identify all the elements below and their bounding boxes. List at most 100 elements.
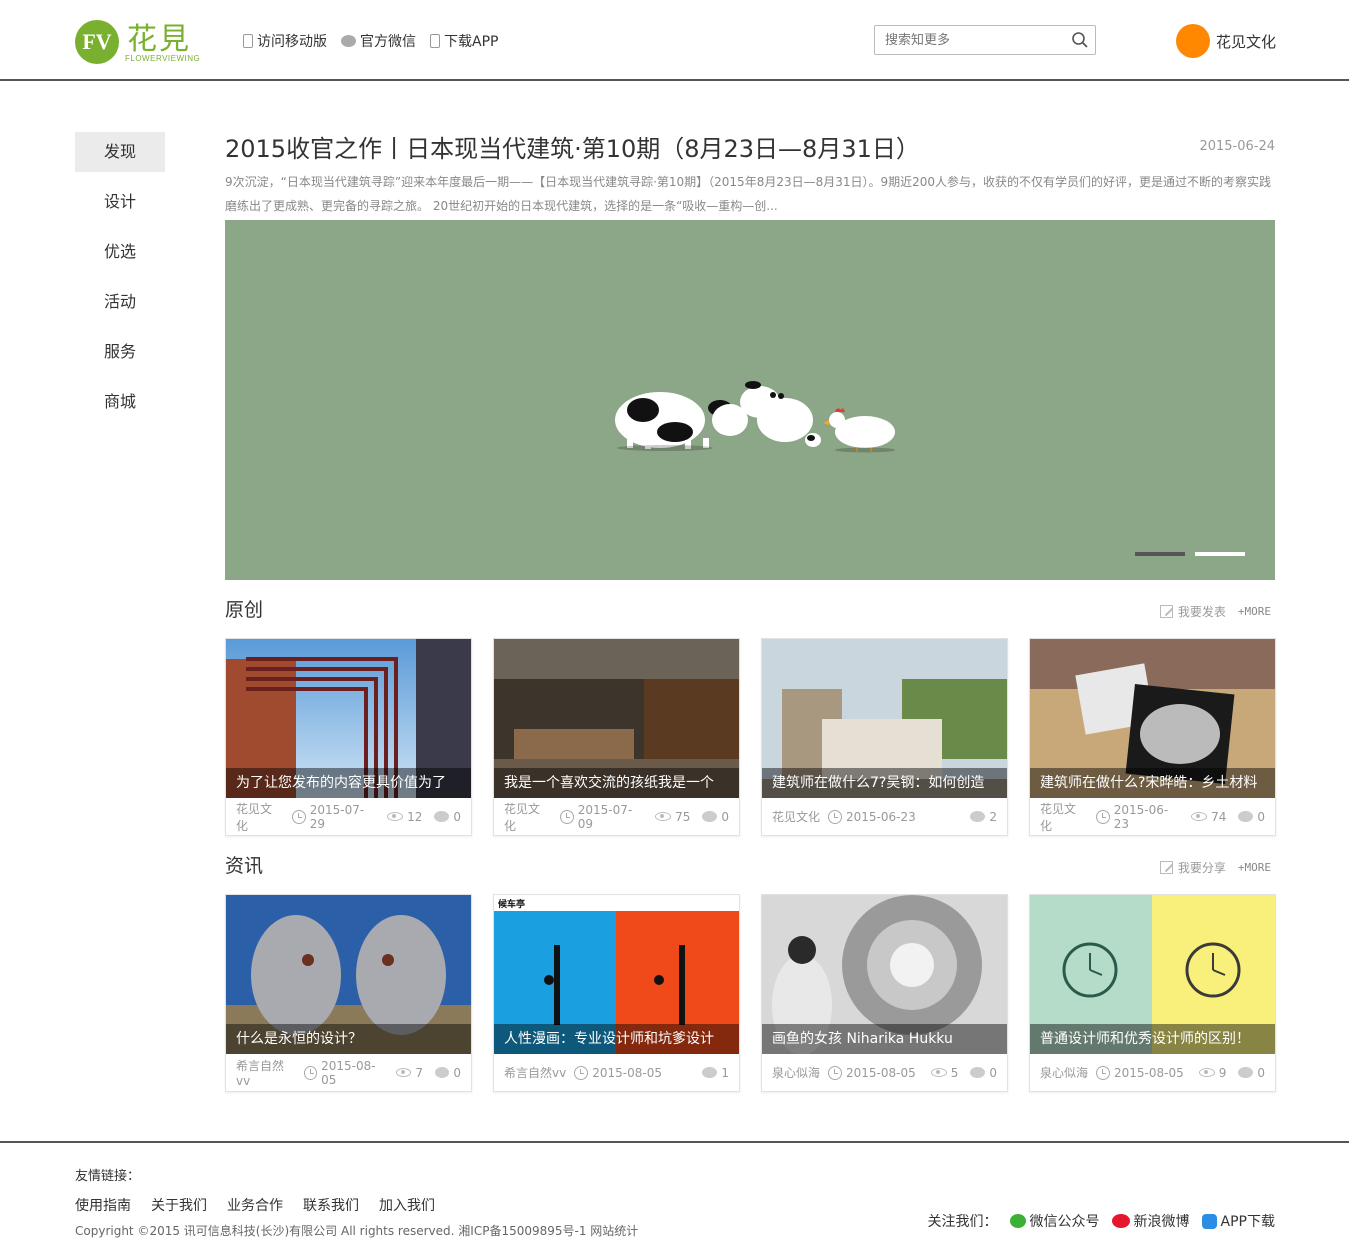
phone-icon	[243, 34, 253, 48]
article-comments: 2	[989, 809, 997, 824]
weibo-label: 新浪微博	[1133, 1214, 1190, 1230]
article-caption: 什么是永恒的设计？	[226, 1024, 471, 1054]
mobile-version-link[interactable]: 访问移动版	[243, 31, 327, 51]
article-comments: 0	[453, 809, 462, 824]
top-links: 访问移动版 官方微信 下载APP	[243, 31, 498, 51]
article-thumbnail[interactable]: 建筑师在做什么7?吴钢：如何创造	[762, 639, 1007, 798]
article-card[interactable]: 为了让您发布的内容更具价值为了 花见文化 2015-07-29 12 0	[225, 638, 472, 836]
article-author: 花见文化	[1040, 801, 1077, 833]
search-icon[interactable]	[1071, 31, 1089, 49]
sidebar-item-selected[interactable]: 优选	[75, 232, 165, 272]
wechat-public-account-label: 微信公众号	[1029, 1214, 1100, 1230]
download-app-label: 下载APP	[444, 34, 499, 50]
article-views: 9	[1218, 1065, 1227, 1080]
app-download-label: APP下载	[1220, 1214, 1275, 1230]
sidebar-item-design[interactable]: 设计	[75, 182, 165, 222]
official-wechat-link[interactable]: 官方微信	[341, 31, 416, 51]
banner-dot-2[interactable]	[1195, 552, 1245, 556]
wechat-public-account-link[interactable]: 微信公众号	[1009, 1211, 1100, 1231]
article-meta: 花见文化 2015-07-09 75 0	[494, 798, 739, 835]
copyright: Copyright ©2015 讯可信息科技(长沙)有限公司 All right…	[75, 1224, 639, 1238]
article-views: 5	[950, 1065, 959, 1080]
article-card[interactable]: 画鱼的女孩 Niharika Hukku 泉心似海 2015-08-05 5 0	[761, 894, 1008, 1092]
avatar[interactable]	[1176, 24, 1210, 58]
app-download-link[interactable]: APP下载	[1201, 1211, 1275, 1231]
footer-link-business[interactable]: 业务合作	[227, 1195, 283, 1215]
site-logo[interactable]: FV 花見 FLOWERVIEWING	[75, 16, 205, 66]
article-thumbnail[interactable]: 什么是永恒的设计？	[226, 895, 471, 1054]
user-name[interactable]: 花见文化	[1216, 31, 1276, 52]
article-thumbnail[interactable]: 我是一个喜欢交流的孩纸我是一个	[494, 639, 739, 798]
article-card[interactable]: 普通设计师和优秀设计师的区别！ 泉心似海 2015-08-05 9 0	[1029, 894, 1276, 1092]
article-views: 74	[1211, 809, 1227, 824]
footer-link-guide[interactable]: 使用指南	[75, 1195, 131, 1215]
article-caption: 普通设计师和优秀设计师的区别！	[1030, 1024, 1275, 1054]
clock-icon	[303, 1065, 318, 1080]
search-input[interactable]	[875, 26, 1065, 54]
article-comments: 0	[453, 1065, 461, 1080]
article-caption: 人性漫画：专业设计师和坑爹设计	[494, 1024, 739, 1054]
article-date: 2015-08-05	[1114, 1065, 1184, 1080]
app-download-icon	[1201, 1213, 1217, 1229]
article-thumbnail[interactable]: 普通设计师和优秀设计师的区别！	[1030, 895, 1275, 1054]
original-section-header: 原创 我要发表 +MORE	[225, 595, 1275, 625]
banner-dot-1[interactable]	[1135, 552, 1185, 556]
section-actions: 我要发表 +MORE	[1159, 603, 1271, 620]
original-card-list: 为了让您发布的内容更具价值为了 花见文化 2015-07-29 12 0 我是一…	[225, 638, 1276, 836]
weibo-link[interactable]: 新浪微博	[1111, 1211, 1190, 1231]
article-comments: 0	[1257, 809, 1266, 824]
article-date: 2015-07-29	[309, 802, 365, 831]
article-thumbnail[interactable]: 建筑师在做什么?宋晔皓：乡土材料	[1030, 639, 1275, 798]
article-card[interactable]: 候车亭 人性漫画：专业设计师和坑爹设计 希言自然vv 2015-08-05 1	[493, 894, 740, 1092]
article-meta: 泉心似海 2015-08-05 5 0	[762, 1054, 1007, 1091]
eye-icon	[1198, 1068, 1215, 1077]
article-author: 泉心似海	[772, 1066, 821, 1080]
publish-button[interactable]: 我要发表	[1159, 603, 1226, 620]
news-card-list: 什么是永恒的设计？ 希言自然vv 2015-08-05 7 0 候车亭 人性漫画…	[225, 894, 1276, 1092]
article-meta: 泉心似海 2015-08-05 9 0	[1030, 1054, 1275, 1091]
sidebar-item-events[interactable]: 活动	[75, 282, 165, 322]
featured-title[interactable]: 2015收官之作丨日本现当代建筑·第10期（8月23日—8月31日）	[225, 130, 1275, 168]
cow-and-chicken-illustration	[615, 381, 895, 453]
article-comments: 0	[721, 809, 730, 824]
user-profile[interactable]: 花见文化	[1176, 24, 1276, 58]
article-meta: 希言自然vv 2015-08-05 1	[494, 1054, 739, 1091]
eye-icon	[1191, 812, 1208, 821]
share-label: 我要分享	[1177, 861, 1226, 875]
article-author: 花见文化	[236, 801, 273, 833]
wechat-icon	[1009, 1214, 1026, 1228]
featured-banner[interactable]	[225, 220, 1275, 580]
footer-link-about[interactable]: 关于我们	[151, 1195, 207, 1215]
article-thumbnail[interactable]: 为了让您发布的内容更具价值为了	[226, 639, 471, 798]
comment-icon	[434, 811, 450, 822]
eye-icon	[395, 1068, 412, 1077]
download-app-link[interactable]: 下载APP	[430, 31, 498, 51]
clock-icon	[828, 1065, 843, 1080]
publish-label: 我要发表	[1177, 605, 1226, 619]
article-thumbnail[interactable]: 候车亭 人性漫画：专业设计师和坑爹设计	[494, 895, 739, 1054]
sidebar-item-discover[interactable]: 发现	[75, 132, 165, 172]
footer-link-join[interactable]: 加入我们	[379, 1195, 435, 1215]
article-thumbnail[interactable]: 画鱼的女孩 Niharika Hukku	[762, 895, 1007, 1054]
article-comments: 0	[1257, 1065, 1265, 1080]
article-caption: 建筑师在做什么?宋晔皓：乡土材料	[1030, 768, 1275, 798]
article-card[interactable]: 我是一个喜欢交流的孩纸我是一个 花见文化 2015-07-09 75 0	[493, 638, 740, 836]
footer-link-contact[interactable]: 联系我们	[303, 1195, 359, 1215]
article-card[interactable]: 什么是永恒的设计？ 希言自然vv 2015-08-05 7 0	[225, 894, 472, 1092]
more-link[interactable]: +MORE	[1238, 861, 1271, 874]
comment-icon	[702, 1067, 718, 1078]
official-wechat-label: 官方微信	[360, 34, 416, 50]
article-card[interactable]: 建筑师在做什么?宋晔皓：乡土材料 花见文化 2015-06-23 74 0	[1029, 638, 1276, 836]
article-meta: 花见文化 2015-07-29 12 0	[226, 798, 471, 835]
sidebar-item-services[interactable]: 服务	[75, 332, 165, 372]
article-views: 7	[415, 1065, 423, 1080]
clock-icon	[291, 809, 306, 824]
sidebar-nav: 发现 设计 优选 活动 服务 商城	[75, 132, 165, 432]
article-author: 花见文化	[772, 810, 821, 824]
more-link[interactable]: +MORE	[1238, 605, 1271, 618]
article-author: 希言自然vv	[504, 1066, 567, 1080]
share-button[interactable]: 我要分享	[1159, 859, 1226, 876]
comment-icon	[1238, 811, 1254, 822]
article-card[interactable]: 建筑师在做什么7?吴钢：如何创造 花见文化 2015-06-23 2	[761, 638, 1008, 836]
sidebar-item-shop[interactable]: 商城	[75, 382, 165, 422]
